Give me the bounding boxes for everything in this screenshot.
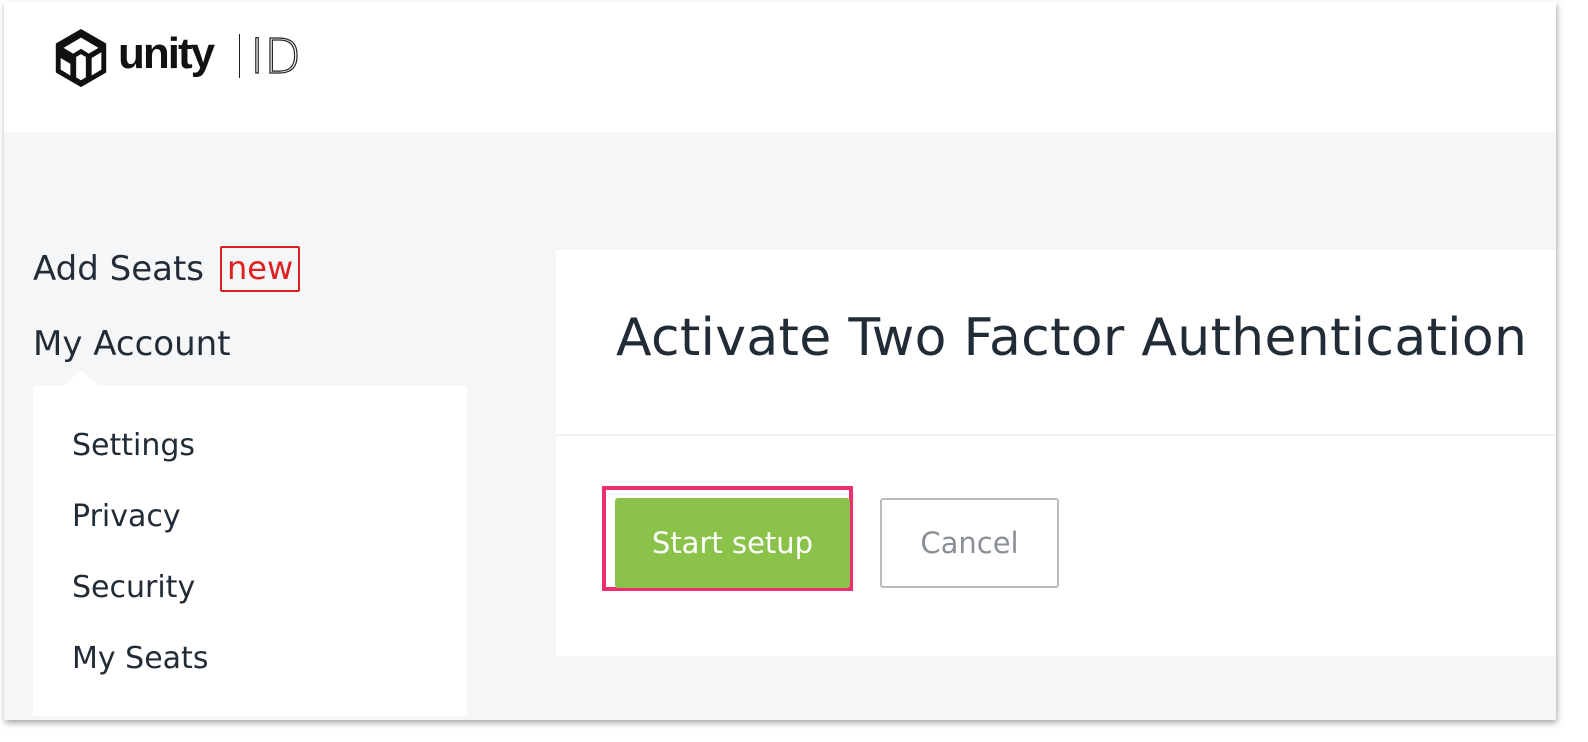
sidebar-item-security[interactable]: Security	[33, 570, 467, 641]
start-setup-button[interactable]: Start setup	[615, 498, 850, 588]
svg-text:ID: ID	[250, 32, 298, 80]
sidebar-item-add-seats[interactable]: Add Seats new	[33, 246, 467, 292]
page-title: Activate Two Factor Authentication	[616, 308, 1528, 368]
sidebar-item-my-account[interactable]: My Account	[33, 322, 467, 366]
unity-cube-icon	[55, 28, 107, 88]
card-divider	[556, 434, 1556, 436]
top-header: unity ID	[4, 2, 1556, 132]
new-badge: new	[220, 246, 301, 292]
sidebar-item-settings[interactable]: Settings	[33, 428, 467, 499]
cancel-button[interactable]: Cancel	[880, 498, 1059, 588]
sidebar-nav: Add Seats new My Account Settings Privac…	[33, 246, 467, 716]
unity-id-logo[interactable]: unity ID	[50, 26, 298, 90]
account-submenu: Settings Privacy Security My Seats	[33, 370, 467, 716]
app-window: unity ID Add Seats new My Account Settin…	[4, 2, 1556, 720]
sidebar-item-privacy[interactable]: Privacy	[33, 499, 467, 570]
id-mark: ID	[250, 32, 298, 80]
sidebar-item-my-seats[interactable]: My Seats	[33, 641, 467, 712]
logo-separator	[239, 34, 241, 78]
add-seats-label: Add Seats	[33, 249, 205, 289]
two-factor-card: Activate Two Factor Authentication Start…	[556, 250, 1556, 656]
unity-wordmark: unity	[118, 29, 215, 78]
